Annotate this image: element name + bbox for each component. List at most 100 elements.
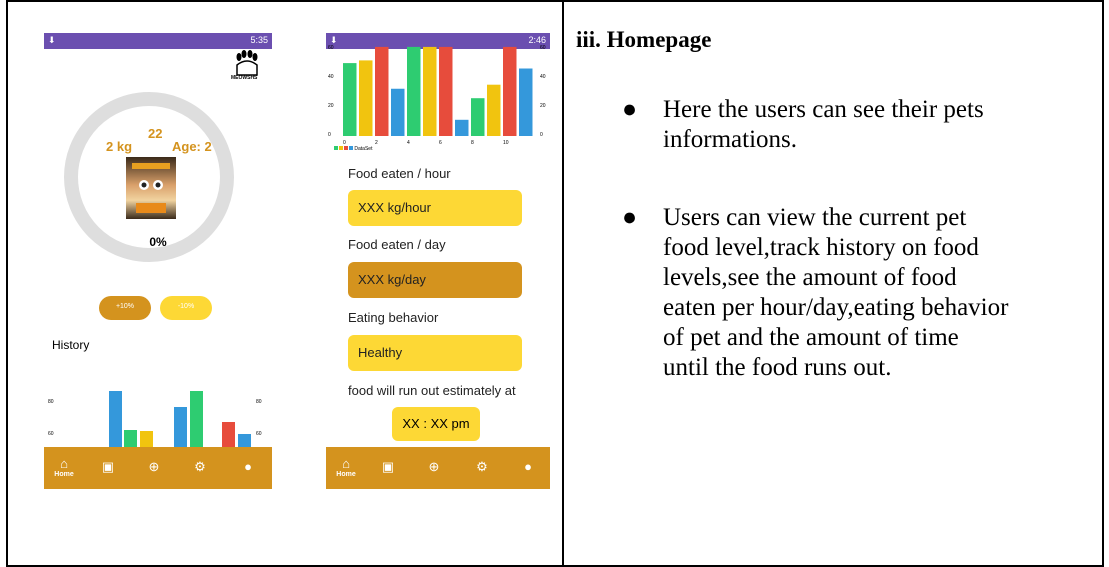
pet-number: 22 [148, 126, 163, 141]
bullet-line: food level,track history on food [663, 234, 979, 261]
y-tick-label: 0 [328, 132, 331, 138]
nav-settings[interactable]: ⚙ [180, 447, 220, 489]
bullet-line: Here the users can see their pets [663, 96, 984, 123]
history-bar [190, 391, 203, 447]
chart-bar [455, 119, 469, 136]
nav-feeder[interactable]: ▣ [368, 447, 408, 489]
y-tick-label: 40 [540, 74, 546, 80]
bullet-dot: ● [622, 204, 638, 231]
history-bar [174, 407, 187, 447]
y-tick-label: 60 [328, 45, 334, 51]
bullet-line: levels,see the amount of food [663, 264, 957, 291]
y-tick-left: 80 [48, 399, 54, 405]
nav-settings[interactable]: ⚙ [462, 447, 502, 489]
history-label: History [52, 338, 90, 352]
history-bar [222, 422, 235, 447]
chart-bar [471, 98, 485, 136]
bullet-text-1: Here the users can see their pets inform… [663, 95, 1103, 155]
pet-age: Age: 2 [172, 139, 212, 154]
y-tick-right: 80 [256, 399, 262, 405]
person-icon: ● [524, 459, 532, 474]
x-tick-label: 6 [439, 140, 442, 146]
history-bar [124, 430, 137, 447]
food-day-label: Food eaten / day [348, 237, 446, 252]
pet-weight: 2 kg [106, 139, 133, 154]
bullet-line: informations. [663, 126, 798, 153]
add-circle-icon: ⊕ [148, 459, 160, 474]
behavior-field[interactable]: Healthy [348, 335, 522, 371]
chart-bar [439, 46, 453, 136]
feeder-icon: ▣ [101, 459, 115, 474]
x-tick-label: 10 [503, 140, 509, 146]
y-tick-right: 60 [256, 431, 262, 437]
x-tick-label: 2 [375, 140, 378, 146]
gear-icon: ⚙ [476, 459, 488, 474]
nav-home-label: Home [54, 471, 74, 478]
home-icon: ⌂ [60, 456, 68, 471]
runout-label: food will run out estimately at [348, 383, 516, 398]
bottom-nav: ⌂ Home ▣ ⊕ ⚙ ● [44, 447, 272, 489]
bottom-nav: ⌂ Home ▣ ⊕ ⚙ ● [326, 447, 550, 489]
history-bar [140, 431, 153, 447]
y-tick-label: 60 [540, 45, 546, 51]
bullet-line: until the food runs out. [663, 354, 892, 381]
nav-add[interactable]: ⊕ [134, 447, 174, 489]
download-icon: ⬇ [48, 35, 56, 45]
add-circle-icon: ⊕ [428, 459, 440, 474]
x-tick-label: 8 [471, 140, 474, 146]
plus-10-button[interactable]: +10% [99, 296, 151, 320]
legend-label: DataSet [354, 146, 373, 152]
nav-home-label: Home [336, 471, 356, 478]
y-tick-left: 60 [48, 431, 54, 437]
table-column-divider [562, 0, 564, 567]
chart-bar [423, 46, 437, 136]
chart-bar [391, 88, 405, 136]
minus-10-button[interactable]: -10% [160, 296, 212, 320]
pet-avatar [126, 157, 176, 219]
food-hour-label: Food eaten / hour [348, 166, 451, 181]
table-top-border [8, 0, 1102, 2]
y-tick-label: 20 [540, 103, 546, 109]
nav-add[interactable]: ⊕ [414, 447, 454, 489]
person-icon: ● [244, 459, 252, 474]
nav-home[interactable]: ⌂ Home [326, 447, 366, 489]
behavior-label: Eating behavior [348, 310, 439, 325]
status-time: 5:35 [250, 35, 268, 45]
phone-screen-1: ⬇ 5:35 MEOWSHS 2 kg 22 Age: 2 0% +10% -1… [44, 33, 272, 489]
status-bar: ⬇ 5:35 [44, 33, 272, 49]
chart-bar [487, 84, 501, 136]
section-title: iii. Homepage [576, 27, 712, 52]
nav-home[interactable]: ⌂ Home [44, 447, 84, 489]
chart-bar [503, 46, 517, 136]
chart-bar [407, 46, 421, 136]
legend: DataSet [334, 146, 372, 152]
chart-bar [343, 63, 357, 136]
food-day-field[interactable]: XXX kg/day [348, 262, 522, 298]
nav-profile[interactable]: ● [228, 447, 268, 489]
paw-logo-icon [236, 50, 258, 76]
x-tick-label: 4 [407, 140, 410, 146]
home-icon: ⌂ [342, 456, 350, 471]
bullet-line: eaten per hour/day,eating behavior [663, 294, 1009, 321]
feeder-icon: ▣ [381, 459, 395, 474]
y-tick-label: 0 [540, 132, 543, 138]
y-tick-label: 40 [328, 74, 334, 80]
chart-bar [375, 46, 389, 136]
bullet-dot: ● [622, 96, 638, 123]
food-percent: 0% [149, 235, 167, 249]
history-bar [109, 391, 122, 447]
bullet-line: of pet and the amount of time [663, 324, 959, 351]
food-hour-field[interactable]: XXX kg/hour [348, 190, 522, 226]
phone-screen-2: ⬇ 2:46 60 60 40 40 20 20 0 0 0 2 4 6 8 10 DataSet Foo… [326, 33, 550, 489]
runout-time-field[interactable]: XX : XX pm [392, 407, 480, 441]
bullet-text-2: Users can view the current pet food leve… [663, 203, 1103, 383]
chart-bar [519, 68, 533, 136]
history-bar [238, 434, 251, 447]
bullet-line: Users can view the current pet [663, 204, 967, 231]
nav-profile[interactable]: ● [508, 447, 548, 489]
nav-feeder[interactable]: ▣ [88, 447, 128, 489]
logo-text: MEOWSHS [231, 75, 258, 81]
chart-bar [359, 60, 373, 136]
gear-icon: ⚙ [194, 459, 206, 474]
y-tick-label: 20 [328, 103, 334, 109]
